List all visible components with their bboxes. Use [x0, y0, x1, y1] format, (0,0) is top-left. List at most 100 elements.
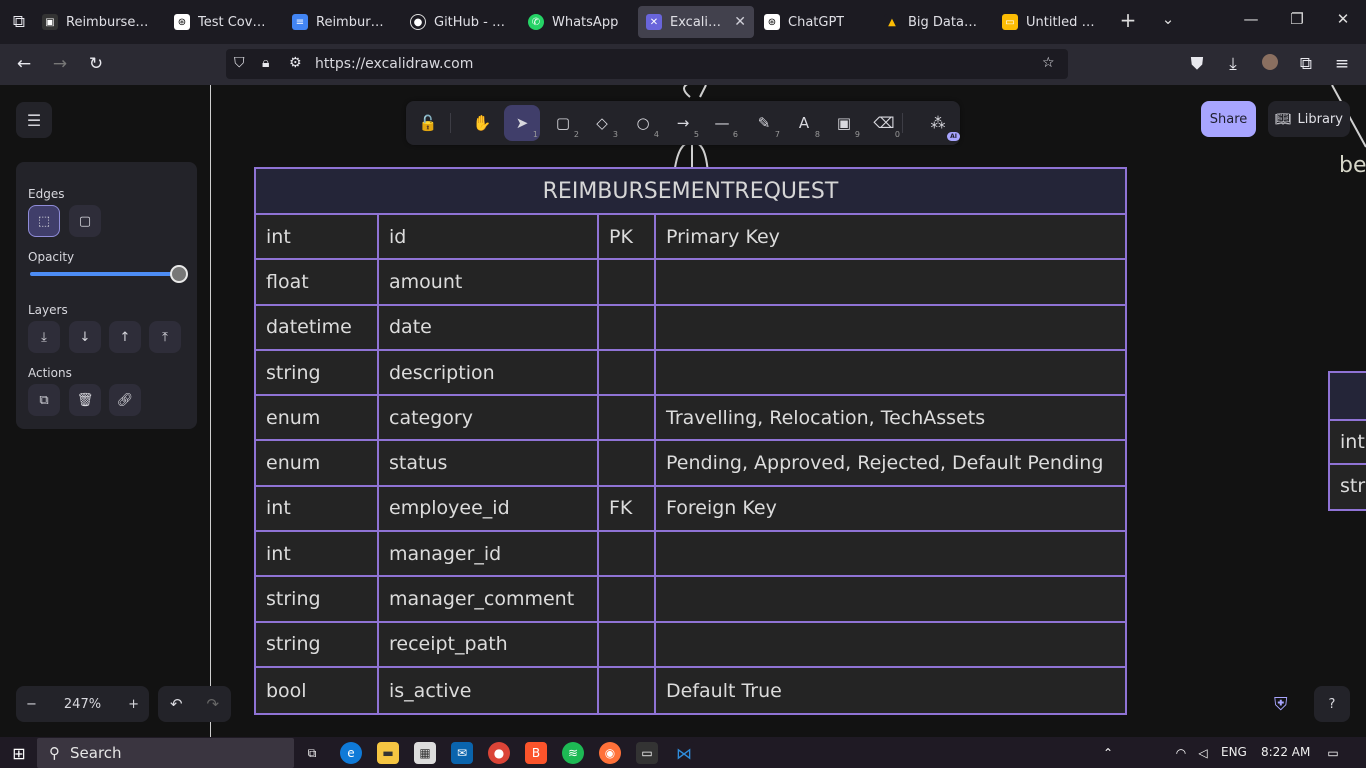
redo-icon[interactable]: ↷ [206, 695, 219, 713]
link-icon: 🔗︎ [116, 392, 134, 408]
undo-icon[interactable]: ↶ [170, 695, 183, 713]
partial-er-table[interactable]: int str [1328, 371, 1366, 511]
round-edges-button[interactable]: ▢ [69, 205, 101, 237]
terminal-icon[interactable]: ▭ [636, 742, 658, 764]
er-table-reimbursementrequest[interactable]: REIMBURSEMENTREQUEST int id PK Primary Key f… [254, 167, 1127, 716]
zoom-level[interactable]: 247% [64, 697, 101, 712]
tab-reimbursement-p[interactable]: ▣ Reimbursement P [34, 6, 160, 38]
arrow-tool-button[interactable]: → 5 [665, 105, 701, 141]
network-icon[interactable]: ◠ [1170, 742, 1192, 764]
hamburger-menu-button[interactable]: ☰ [16, 102, 52, 138]
shield-icon[interactable]: ⛉ [234, 55, 245, 71]
firefox-icon[interactable]: ◉ [599, 742, 621, 764]
rectangle-tool-button[interactable]: ▢ 2 [545, 105, 581, 141]
spotify-icon[interactable]: ≋ [562, 742, 584, 764]
line-tool-button[interactable]: —6 [704, 105, 740, 141]
chevron-up-icon[interactable]: ⌃ [1097, 742, 1119, 764]
lock-icon[interactable]: 🔒︎ [262, 55, 269, 71]
avatar[interactable] [1259, 54, 1281, 75]
vscode-icon[interactable]: ⋈ [673, 742, 695, 764]
url-text[interactable]: https://excalidraw.com [315, 56, 473, 72]
more-tools-tool-button[interactable]: ⁂ AI [920, 105, 960, 141]
hand-tool-button[interactable]: ✋ [464, 105, 500, 141]
clock[interactable]: 8:22 AM [1261, 745, 1310, 759]
tab-whatsapp[interactable]: ✆ WhatsApp [520, 6, 630, 38]
task-view-icon[interactable]: ⧉ [301, 742, 323, 764]
tab-chatgpt[interactable]: ⊛ ChatGPT [756, 6, 868, 38]
taskbar-search[interactable]: ⚲ Search [37, 738, 294, 768]
key-cell [599, 622, 656, 666]
zoom-in-button[interactable]: + [128, 697, 139, 712]
opacity-slider-handle[interactable] [170, 265, 188, 283]
tab-excalidraw[interactable]: ✕ Excalidraw ✕ [638, 6, 754, 38]
sharp-edges-button[interactable]: ⬚ [28, 205, 60, 237]
file-explorer-icon[interactable]: ▬ [377, 742, 399, 764]
hand-icon: ✋ [472, 114, 492, 132]
layers-label: Layers [28, 303, 68, 317]
forward-icon[interactable]: → [49, 54, 71, 74]
notifications-icon[interactable]: ▭ [1322, 742, 1344, 764]
arrow-icon: → [676, 114, 690, 132]
ellipse-tool-button[interactable]: ○ 4 [625, 105, 661, 141]
delete-button[interactable]: 🗑︎ [69, 384, 101, 416]
download-icon[interactable]: ⤓ [1222, 54, 1244, 74]
link-button[interactable]: 🔗︎ [109, 384, 141, 416]
bookmark-star-icon[interactable]: ☆ [1042, 55, 1055, 71]
restore-icon[interactable]: ❐ [1285, 10, 1309, 28]
chrome-icon[interactable]: ● [488, 742, 510, 764]
reload-icon[interactable]: ↻ [85, 54, 107, 74]
opacity-slider[interactable] [30, 272, 176, 276]
edge-icon[interactable]: e [340, 742, 362, 764]
extensions-icon[interactable]: ⧉ [1295, 54, 1317, 74]
note-cell: Primary Key [666, 225, 780, 248]
new-tab-icon[interactable]: + [1116, 8, 1140, 32]
close-window-icon[interactable]: ✕ [1331, 10, 1355, 28]
tab-test-coverage[interactable]: ⊛ Test Coverage [166, 6, 278, 38]
diamond-tool-button[interactable]: ◇ 3 [584, 105, 620, 141]
close-tab-icon[interactable]: ✕ [734, 14, 746, 30]
mail-icon[interactable]: ✉ [451, 742, 473, 764]
volume-icon[interactable]: ◁ [1192, 742, 1214, 764]
help-button[interactable]: ? [1314, 686, 1350, 722]
send-backward-button[interactable]: ↓ [69, 321, 101, 353]
more-tools-icon: ⁂ [930, 114, 946, 132]
back-icon[interactable]: ← [13, 54, 35, 74]
chevron-down-icon[interactable]: ⌄ [1156, 10, 1180, 28]
table-row: string description [256, 350, 1125, 397]
eraser-tool-button[interactable]: ⌫ 0 [866, 105, 902, 141]
permissions-icon[interactable]: ⚙ [289, 55, 302, 71]
duplicate-button[interactable]: ⧉ [28, 384, 60, 416]
url-bar[interactable]: ⛉ 🔒︎ ⚙ https://excalidraw.com ☆ [226, 49, 1068, 79]
brave-icon[interactable]: B [525, 742, 547, 764]
zoom-out-button[interactable]: − [26, 697, 37, 712]
app-menu-icon[interactable]: ≡ [1331, 54, 1353, 74]
navigation-bar: ← → ↻ ⛉ 🔒︎ ⚙ https://excalidraw.com ☆ ⛊ … [0, 44, 1366, 85]
type-cell: string [256, 622, 379, 666]
excalidraw-canvas[interactable]: ☰ 🔓 ✋ ➤ 1 ▢ 2 ◇ 3 ○ 4 → 5—6 ✎ 7 A 8 ▣ 9 ⌫ 0 ⁂ AI Share 📖︎ Lib… [0, 85, 1366, 737]
store-icon[interactable]: ▦ [414, 742, 436, 764]
windows-start-icon[interactable]: ⊞ [8, 742, 30, 764]
tab-label: Excalidraw [670, 14, 724, 30]
lock-tool-button[interactable]: 🔓 [410, 105, 446, 141]
bring-forward-button[interactable]: ↑ [109, 321, 141, 353]
library-button[interactable]: 📖︎ Library [1268, 101, 1350, 137]
pocket-icon[interactable]: ⛊ [1186, 54, 1208, 74]
tab-label: ChatGPT [788, 14, 845, 30]
text-icon: A [798, 114, 810, 132]
tab-list-icon[interactable]: ⧉ [8, 12, 30, 32]
tool-shortcut-number: 4 [653, 130, 659, 139]
encryption-shield-icon[interactable]: ⛨ [1274, 694, 1288, 715]
language-indicator[interactable]: ENG [1221, 745, 1247, 759]
tab-github[interactable]: ● GitHub - gh-g [402, 6, 514, 38]
tab-reimburseme[interactable]: ≡ Reimburseme [284, 6, 396, 38]
pencil-tool-button[interactable]: ✎ 7 [746, 105, 782, 141]
tab-big-data[interactable]: ▲ Big Data - Goo [876, 6, 988, 38]
share-button[interactable]: Share [1201, 101, 1256, 137]
send-to-back-button[interactable]: ⤓ [28, 321, 60, 353]
minimize-icon[interactable]: — [1239, 10, 1263, 28]
bring-to-front-button[interactable]: ⤒ [149, 321, 181, 353]
image-tool-button[interactable]: ▣ 9 [826, 105, 862, 141]
text-tool-button[interactable]: A8 [786, 105, 822, 141]
tab-untitled-presentation[interactable]: ▭ Untitled prese [994, 6, 1106, 38]
selection-tool-button[interactable]: ➤ 1 [504, 105, 540, 141]
